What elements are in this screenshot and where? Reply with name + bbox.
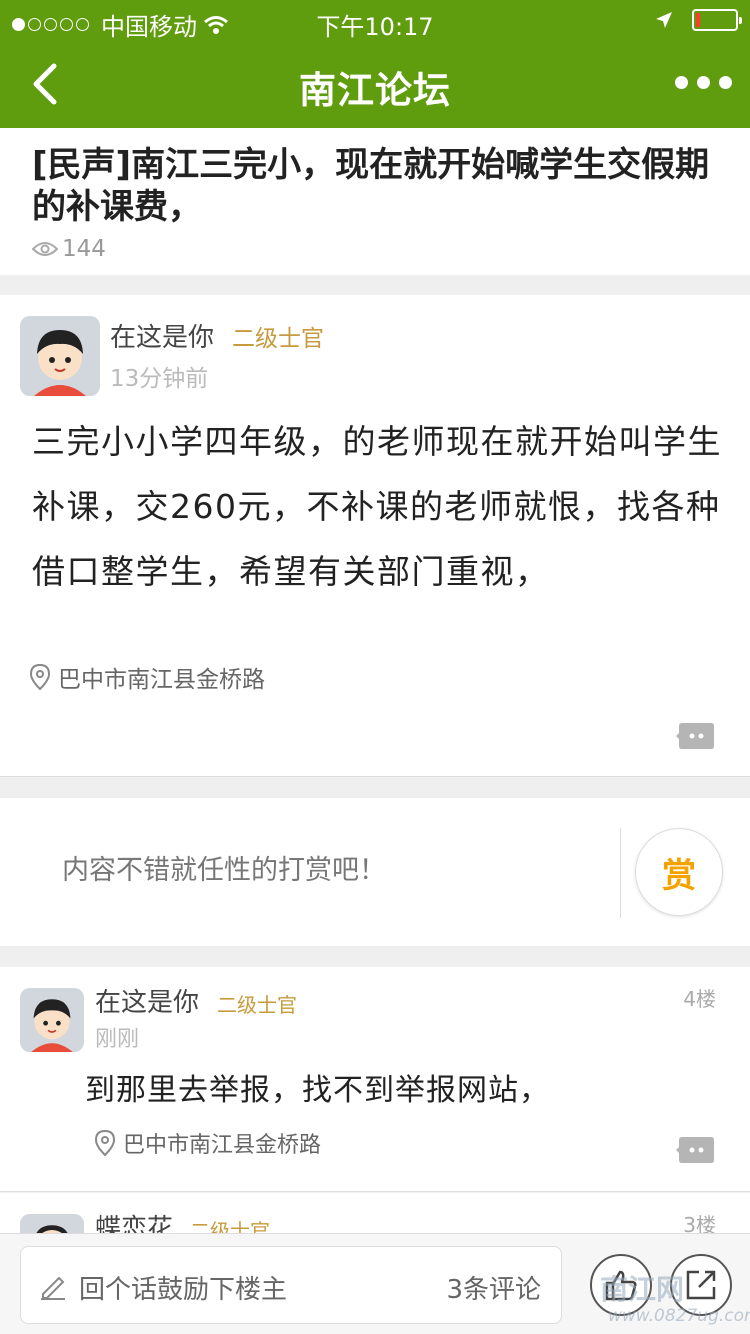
main-post: 在这是你 二级士官 13分钟前 三完小小学四年级，的老师现在就开始叫学生补课，交… (0, 295, 750, 777)
reply-input[interactable]: 回个话鼓励下楼主 3条评论 (20, 1246, 562, 1324)
view-count: 144 (32, 236, 106, 262)
status-time: 下午10:17 (316, 13, 434, 41)
battery-icon (692, 9, 742, 31)
reply-rank: 二级士官 (217, 993, 297, 1017)
post-location: 巴中市南江县金桥路 (30, 660, 265, 694)
share-icon (686, 1270, 716, 1300)
reply-time: 刚刚 (95, 1027, 140, 1052)
eye-icon (32, 242, 58, 256)
author-name[interactable]: 在这是你 (110, 317, 214, 354)
post-title: [民声]南江三完小，现在就开始喊学生交假期的补课费， (32, 145, 710, 227)
status-right (654, 9, 742, 31)
post-header: [民声]南江三完小，现在就开始喊学生交假期的补课费， 144 (0, 128, 750, 275)
nav-bar: 南江论坛 (0, 40, 750, 128)
comment-count[interactable]: 3条评论 (446, 1269, 541, 1306)
status-bar: 中国移动 下午10:17 (0, 0, 750, 41)
post-body: 三完小小学四年级，的老师现在就开始叫学生补课，交260元，不补课的老师就恨，找各… (32, 422, 722, 591)
reply-author[interactable]: 在这是你 (95, 982, 199, 1019)
pencil-icon (41, 1276, 65, 1300)
reward-button[interactable]: 赏 (635, 828, 723, 916)
watermark-url: www.0827ug.com (608, 1306, 750, 1326)
reward-section: 内容不错就任性的打赏吧！ 赏 (0, 798, 750, 946)
watermark-logo: 南江网 (600, 1273, 685, 1306)
list-item: 在这是你 二级士官 4楼 刚刚 到那里去举报，找不到举报网站， 巴中市南江县金桥… (0, 967, 750, 1192)
location-label: 巴中市南江县金桥路 (58, 667, 265, 693)
reply-location: 巴中市南江县金桥路 (95, 1127, 321, 1159)
view-count-value: 144 (62, 236, 106, 262)
reply-placeholder: 回个话鼓励下楼主 (79, 1275, 288, 1305)
location-pin-icon (95, 1130, 115, 1156)
avatar[interactable] (20, 316, 100, 396)
reply-body: 到那里去举报，找不到举报网站， (85, 1073, 550, 1108)
divider (620, 828, 621, 918)
page-title: 南江论坛 (299, 69, 451, 112)
top-bar: 中国移动 下午10:17 南江论坛 (0, 0, 750, 128)
comment-icon[interactable] (676, 1137, 714, 1163)
battery-fill (696, 13, 700, 27)
more-icon[interactable] (675, 76, 732, 89)
floor-number: 4楼 (683, 987, 716, 1011)
post-time: 13分钟前 (110, 366, 209, 392)
author-rank: 二级士官 (232, 326, 324, 352)
comment-icon[interactable] (676, 723, 714, 749)
reward-text: 内容不错就任性的打赏吧！ (62, 855, 386, 886)
location-label: 巴中市南江县金桥路 (123, 1133, 322, 1158)
location-pin-icon (30, 664, 50, 690)
avatar[interactable] (20, 988, 84, 1052)
location-arrow-icon (656, 12, 672, 28)
